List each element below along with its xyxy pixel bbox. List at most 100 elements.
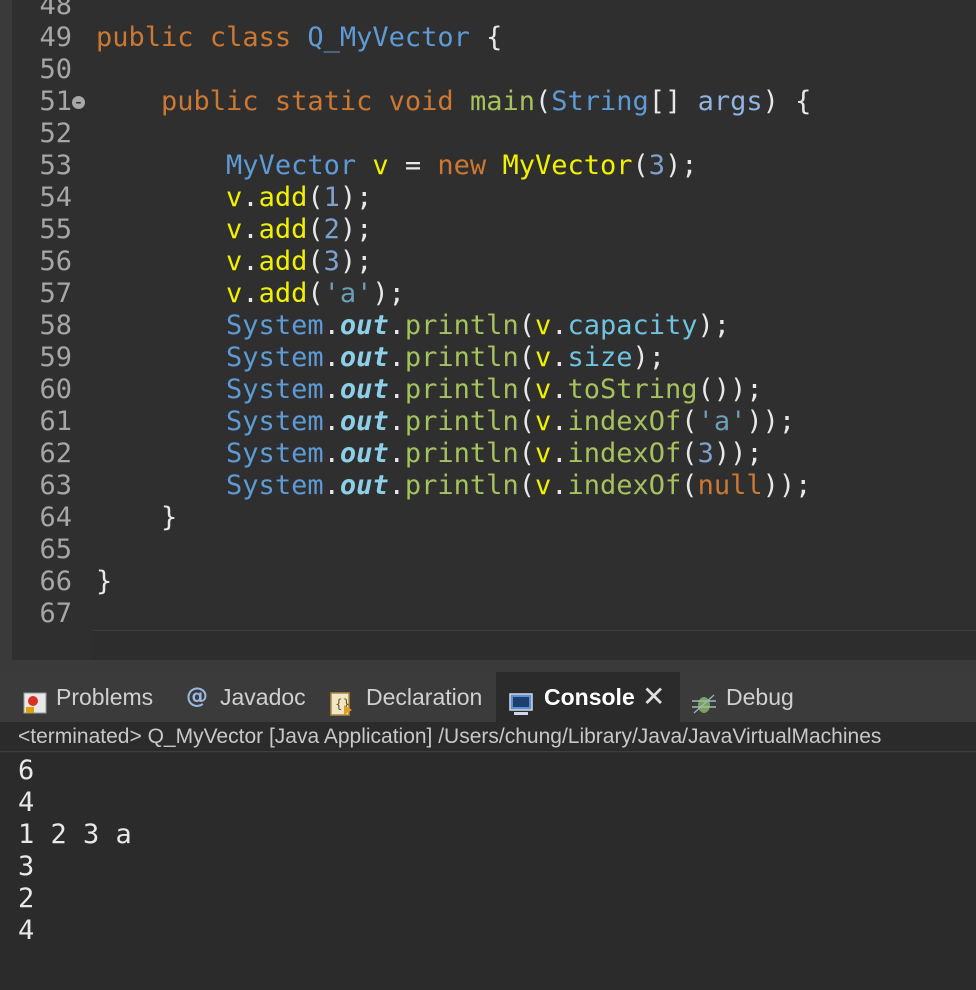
code-text: v.add(2); [96,214,372,246]
code-token: out [339,470,389,501]
code-token: ( [681,470,698,501]
code-token: . [323,470,340,501]
code-token: System [226,406,324,437]
code-token: . [388,438,405,469]
code-token: println [404,470,519,501]
code-line: 65 [0,534,976,566]
code-line: 55 v.add(2); [0,214,976,246]
code-token: )); [713,438,763,469]
code-token: ); [697,310,731,341]
code-token: out [339,310,389,341]
editor-horizontal-scrollbar[interactable] [92,630,976,661]
code-token: = [388,150,438,181]
code-token: ); [339,182,373,213]
code-token: v [534,342,552,373]
code-text: System.out.println(v.indexOf('a')); [96,406,795,438]
code-token: indexOf [567,406,682,437]
code-token: System [226,438,324,469]
close-icon[interactable]: ✕ [642,672,665,722]
console-icon [508,684,536,715]
code-token: . [551,374,568,405]
debug-icon [690,684,718,714]
code-token: add [258,214,308,245]
line-number: 54 [39,182,72,213]
code-token: add [258,278,308,309]
code-text: } [96,566,112,598]
line-number: 61 [39,406,72,437]
code-token: MyVector [226,150,357,181]
line-number: 50 [39,54,72,85]
code-line: 50 [0,54,976,86]
code-text: v.add(1); [96,182,372,214]
code-token: v [372,150,389,181]
code-token: ); [339,214,373,245]
line-number: 60 [39,374,72,405]
console-status-line: <terminated> Q_MyVector [Java Applicatio… [0,722,976,752]
code-token: v [534,470,552,501]
code-token: . [551,310,568,341]
code-token: 'a' [697,406,747,437]
code-line: 63 System.out.println(v.indexOf(null)); [0,470,976,502]
code-line: 48 [0,0,976,22]
tab-console[interactable]: Console ✕ [496,672,680,722]
code-text: System.out.println(v.indexOf(3)); [96,438,763,470]
code-token: System [226,374,324,405]
tab-problems[interactable]: Problems [14,672,172,722]
code-token: ()); [697,374,763,405]
line-number: 62 [39,438,72,469]
code-token: v [226,278,243,309]
code-token: . [323,438,340,469]
code-token: v [226,214,243,245]
code-token: ( [681,438,698,469]
code-text: v.add(3); [96,246,372,278]
code-token: public [96,22,194,53]
code-token: v [534,438,552,469]
panel-divider[interactable] [0,660,976,672]
code-token: Q_MyVector [307,22,470,53]
code-text: System.out.println(v.size); [96,342,665,374]
code-line: 54 v.add(1); [0,182,976,214]
code-token: v [534,406,552,437]
code-editor[interactable]: 48 49 public class Q_MyVector {50 51– publi… [0,0,976,661]
code-token: new [437,150,487,181]
fold-toggle-icon[interactable]: – [72,96,85,109]
code-token: println [404,310,519,341]
console-output-line: 1 2 3 a [18,819,132,850]
code-token: out [339,342,389,373]
line-number: 63 [39,470,72,501]
code-token: . [551,438,568,469]
code-token: ( [518,406,535,437]
code-token: . [242,214,259,245]
code-token: . [242,182,259,213]
console-output-line: 6 [18,755,35,786]
code-token: . [242,246,259,277]
code-token: null [697,470,763,501]
code-token: indexOf [567,438,682,469]
code-line: 67 [0,598,976,630]
code-token: println [404,438,519,469]
tab-javadoc[interactable]: @ Javadoc [180,672,318,722]
tab-declaration[interactable]: {} Declaration [322,672,492,722]
console-output[interactable]: 641 2 3 a324 [0,753,976,990]
tab-debug[interactable]: Debug [686,672,836,722]
code-token: add [258,246,308,277]
code-text: System.out.println(v.indexOf(null)); [96,470,811,502]
line-number: 59 [39,342,72,373]
code-token: ( [681,406,698,437]
code-token: 2 [323,214,340,245]
code-text: System.out.println(v.capacity); [96,310,730,342]
declaration-icon: {} [328,684,356,716]
code-token: ); [632,342,666,373]
code-token: v [226,182,243,213]
line-number: 67 [39,598,72,629]
